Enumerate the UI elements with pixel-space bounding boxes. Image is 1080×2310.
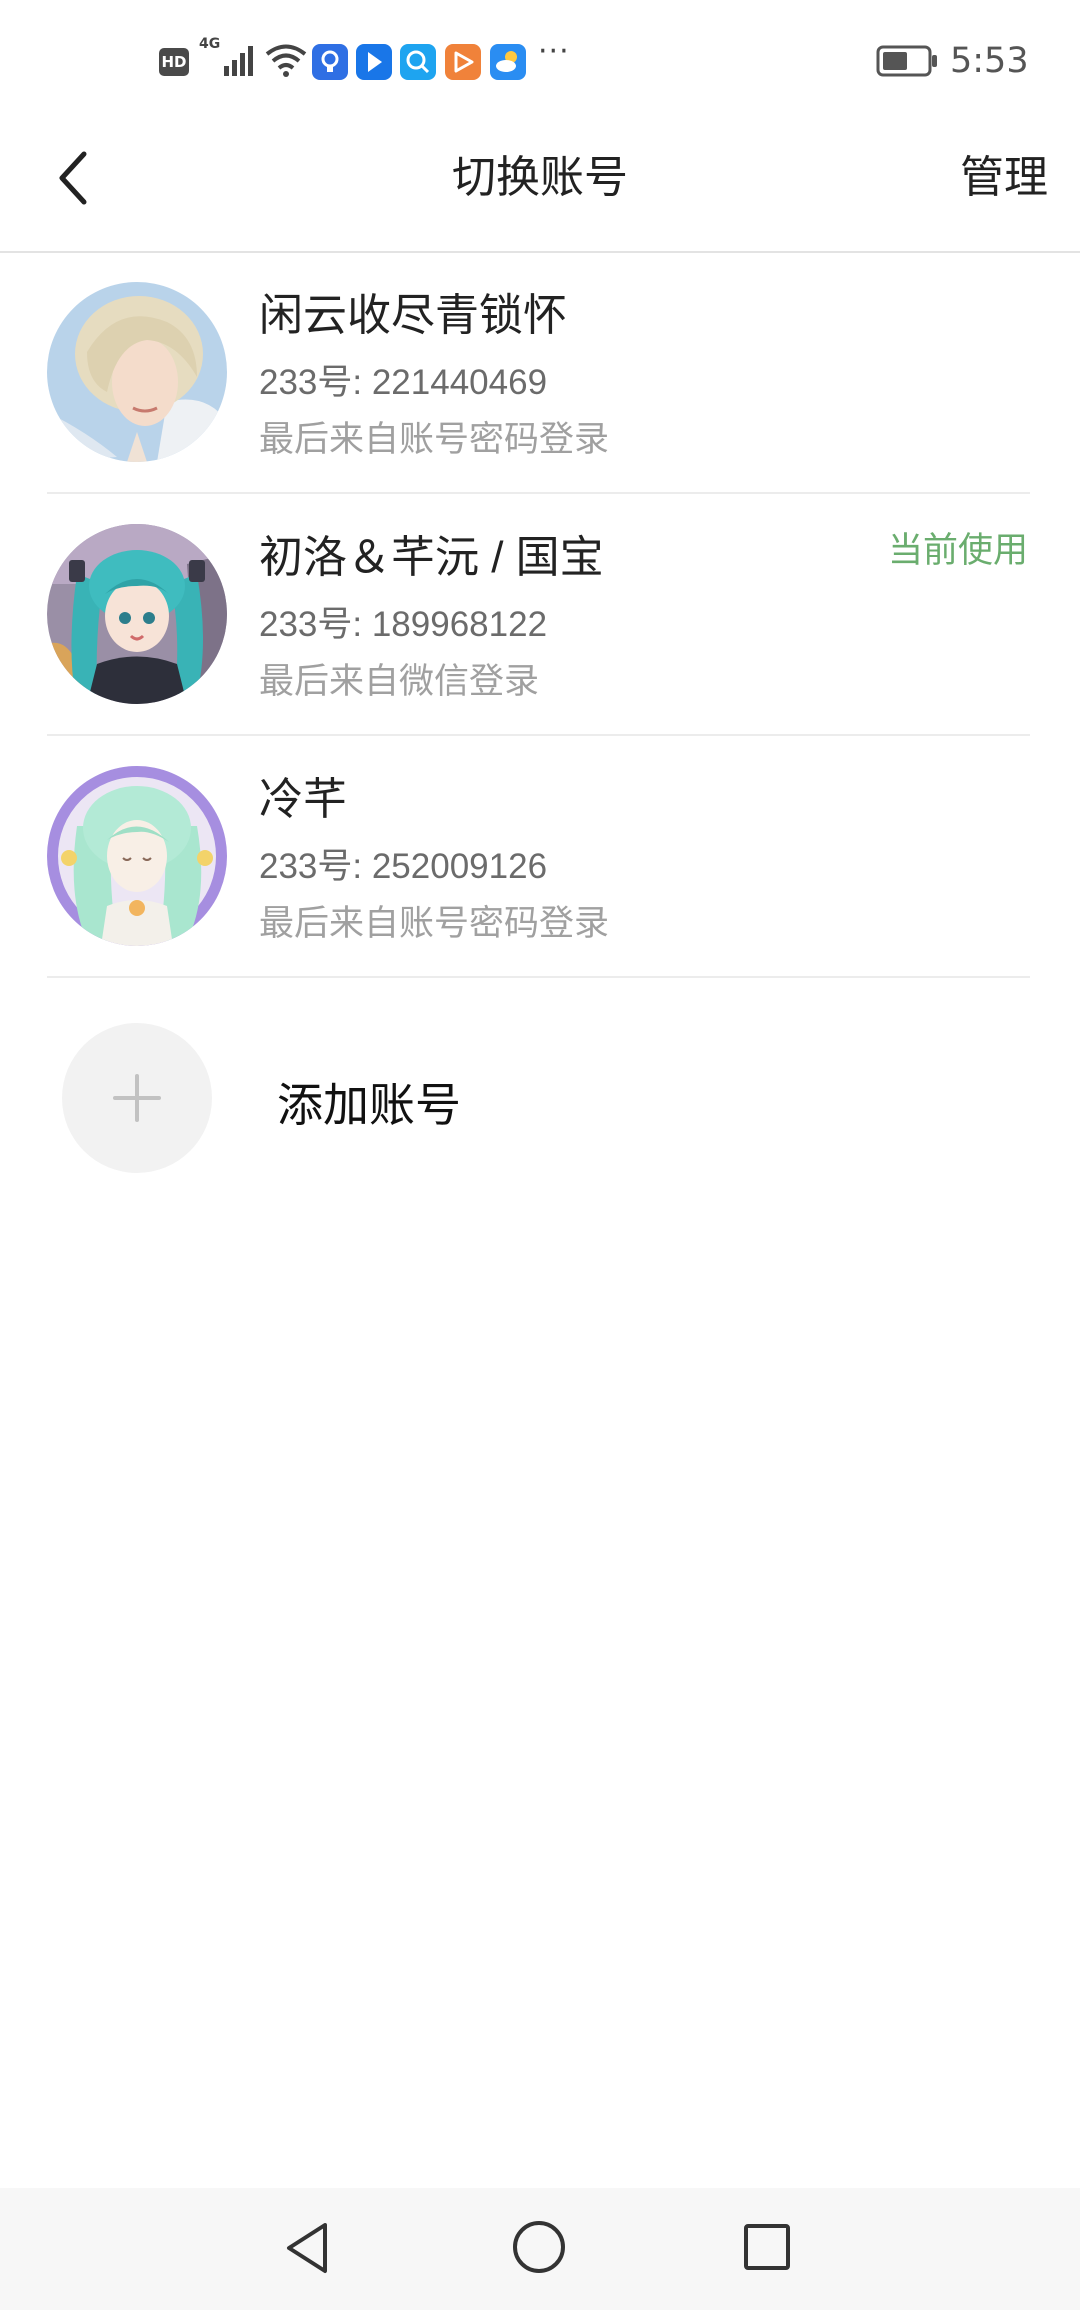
nav-recents-icon (744, 2224, 790, 2270)
play-app-icon (445, 44, 481, 80)
status-bar: HD 4G ··· 5:53 (0, 0, 1080, 125)
account-id: 233号: 221440469 (259, 363, 548, 402)
signal-icon (224, 46, 253, 76)
page-title: 切换账号 (452, 153, 628, 202)
avatar (47, 766, 227, 946)
account-last-login: 最后来自账号密码登录 (259, 904, 610, 943)
avatar (47, 524, 227, 704)
account-last-login: 最后来自微信登录 (259, 662, 540, 701)
battery-icon (876, 45, 937, 77)
nav-home-icon (513, 2221, 565, 2273)
account-name: 初洛＆芊沅 / 国宝 (259, 533, 604, 582)
account-name: 闲云收尽青锁怀 (259, 291, 567, 340)
add-account-label[interactable]: 添加账号 (277, 1077, 461, 1133)
add-account-button[interactable] (62, 1023, 212, 1173)
account-row[interactable]: 初洛＆芊沅 / 国宝 233号: 189968122 最后来自微信登录 当前使用 (0, 494, 1080, 736)
account-row[interactable]: 冷芊 233号: 252009126 最后来自账号密码登录 (0, 736, 1080, 978)
plus-icon (113, 1074, 161, 1122)
account-name: 冷芊 (259, 775, 347, 824)
nav-back-icon (287, 2223, 327, 2273)
arrow-app-icon (356, 44, 392, 80)
account-last-login: 最后来自账号密码登录 (259, 420, 610, 459)
status-time: 5:53 (950, 41, 1029, 81)
wifi-icon (265, 44, 307, 77)
account-id: 233号: 189968122 (259, 605, 548, 644)
nav-back-button[interactable] (281, 2220, 333, 2276)
weather-app-icon (490, 44, 526, 80)
account-row[interactable]: 闲云收尽青锁怀 233号: 221440469 最后来自账号密码登录 (0, 252, 1080, 494)
hd-icon: HD (159, 48, 189, 76)
manage-button[interactable]: 管理 (960, 152, 1048, 204)
bulb-app-icon (312, 44, 348, 80)
more-notifications-icon: ··· (538, 34, 570, 69)
current-account-badge: 当前使用 (887, 531, 1028, 570)
nav-home-button[interactable] (511, 2219, 567, 2275)
system-nav-bar (0, 2188, 1080, 2310)
account-id: 233号: 252009126 (259, 847, 548, 886)
avatar (47, 282, 227, 462)
search-app-icon (400, 44, 436, 80)
nav-recents-button[interactable] (743, 2223, 791, 2271)
add-account-row[interactable]: 添加账号 (0, 977, 1080, 1219)
